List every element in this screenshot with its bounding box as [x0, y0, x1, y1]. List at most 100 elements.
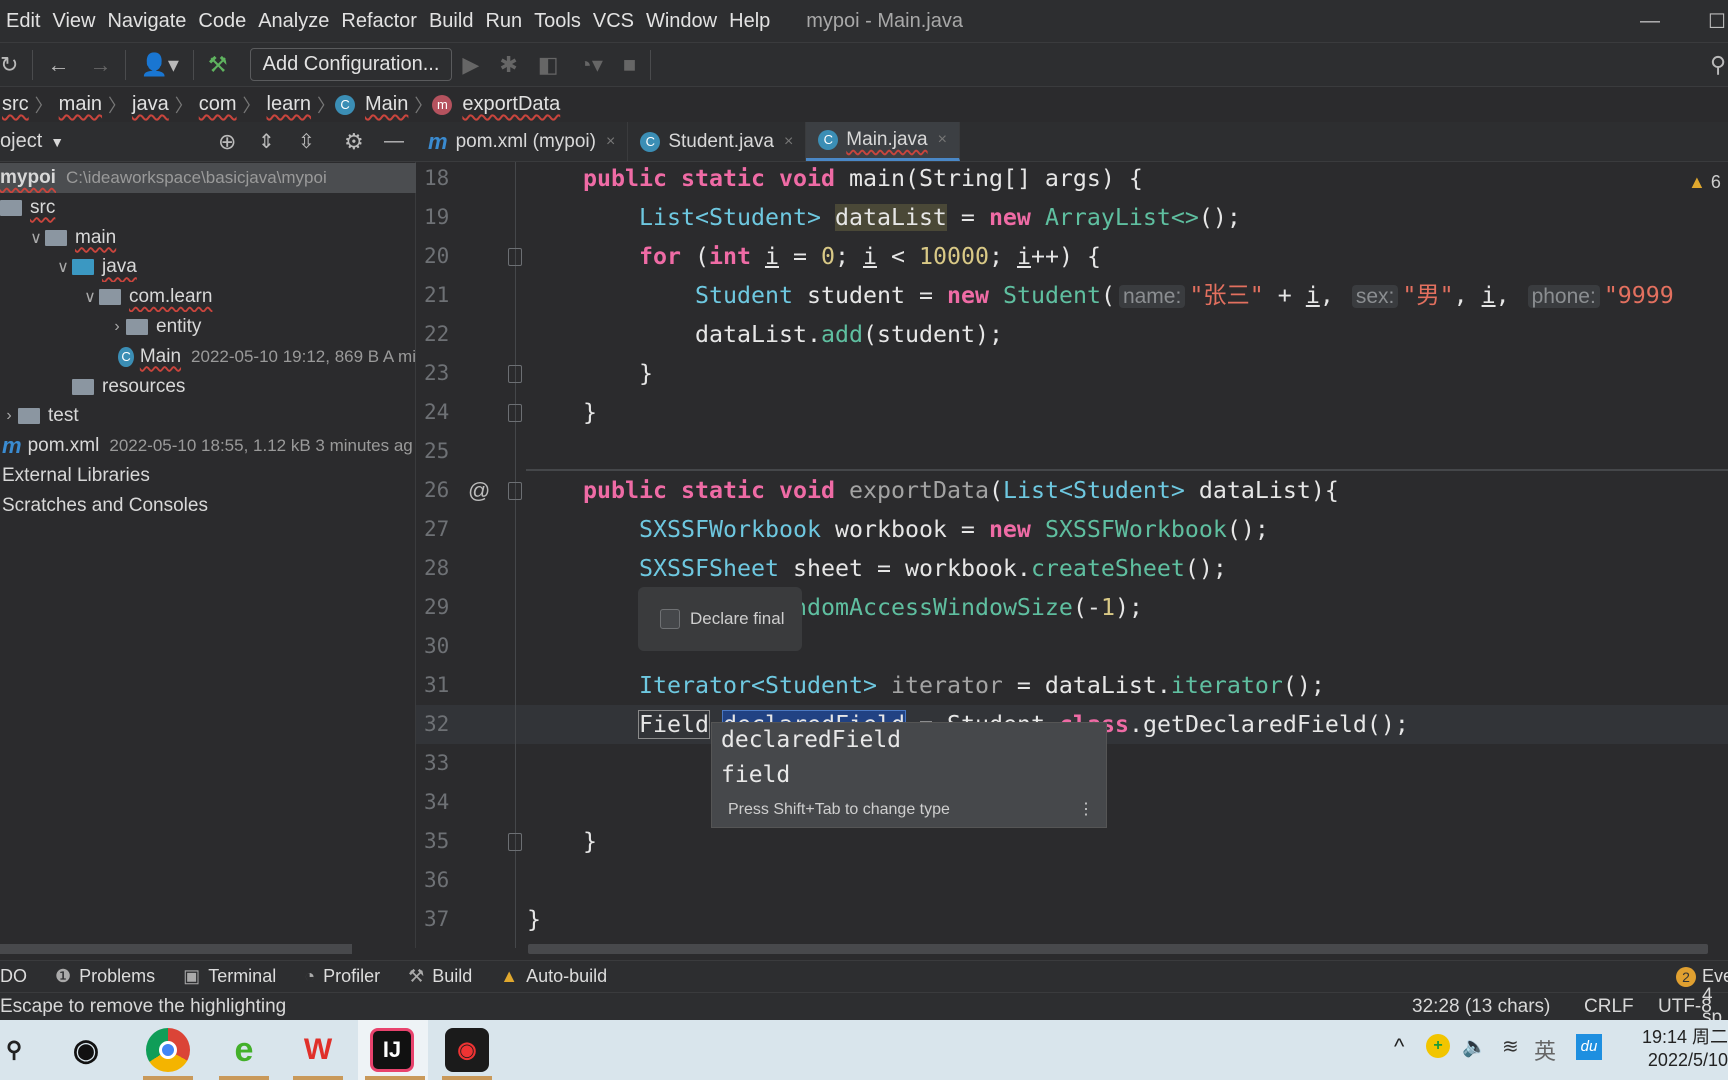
expand-all-icon[interactable]: ⇕	[258, 129, 275, 154]
search-icon[interactable]: ⚲	[0, 1028, 36, 1072]
declare-final-checkbox[interactable]	[660, 609, 680, 629]
debug-icon[interactable]: ✱	[499, 52, 517, 78]
baidu-icon[interactable]: du	[1576, 1034, 1602, 1060]
tree-item-main[interactable]: C Main 2022-05-10 19:12, 869 B A mi	[0, 342, 416, 372]
forward-icon[interactable]: →	[89, 52, 111, 78]
menu-help[interactable]: Help	[723, 10, 776, 33]
menu-edit[interactable]: Edit	[0, 10, 46, 33]
sync-icon[interactable]: ↻	[0, 52, 18, 78]
tree-item-com-learn[interactable]: ∨ com.learn	[0, 282, 416, 312]
tab-pom-xml-mypoi-[interactable]: m pom.xml (mypoi) ×	[416, 122, 629, 161]
tab-student-java[interactable]: C Student.java ×	[628, 122, 807, 161]
tree-item-pom-xml[interactable]: m pom.xml 2022-05-10 18:55, 1.12 kB 3 minu…	[0, 431, 416, 461]
caret-position[interactable]: 32:28 (13 chars)	[1412, 996, 1550, 1018]
ime-indicator[interactable]: 英	[1534, 1034, 1556, 1066]
collapse-all-icon[interactable]: ⇳	[298, 129, 315, 154]
intellij-icon[interactable]: IJ	[370, 1028, 414, 1072]
tool-todo[interactable]: DO	[0, 966, 27, 987]
search-icon[interactable]: ⚲	[1710, 52, 1726, 78]
tool-problems[interactable]: ❶ Problems	[55, 966, 155, 987]
breadcrumb-item[interactable]: learn	[267, 93, 311, 116]
fold-end-icon[interactable]	[508, 365, 522, 383]
more-options-icon[interactable]: ⋮	[1078, 793, 1094, 827]
minimize-button[interactable]: —	[1640, 10, 1660, 33]
chevron-down-icon[interactable]: ∨	[81, 287, 99, 307]
breadcrumb-item[interactable]: main	[59, 93, 102, 116]
tree-item-scratches-and-consoles[interactable]: Scratches and Consoles	[0, 491, 416, 521]
profile-icon[interactable]: ◔▾	[579, 52, 603, 78]
fold-marker-icon[interactable]	[508, 482, 522, 500]
wifi-icon[interactable]: ≋	[1502, 1034, 1519, 1059]
user-icon[interactable]: 👤▾	[140, 52, 178, 78]
chevron-right-icon[interactable]: ›	[108, 318, 126, 336]
fold-end-icon[interactable]	[508, 404, 522, 422]
tool-build[interactable]: ⚒ Build	[408, 966, 472, 987]
tree-item-mypoi[interactable]: mypoi C:\ideaworkspace\basicjava\mypoi	[0, 163, 416, 193]
close-tab-icon[interactable]: ×	[784, 133, 793, 151]
fold-marker-icon[interactable]	[508, 248, 522, 266]
breadcrumb-item[interactable]: src	[2, 93, 29, 116]
chrome-icon[interactable]	[146, 1028, 190, 1072]
hide-icon[interactable]: —	[384, 130, 404, 153]
tab-main-java[interactable]: C Main.java ×	[806, 122, 960, 161]
menu-code[interactable]: Code	[192, 10, 252, 33]
breadcrumb-item[interactable]: exportData	[462, 93, 560, 116]
tree-item-main[interactable]: ∨ main	[0, 223, 416, 253]
chevron-down-icon[interactable]: ∨	[27, 228, 45, 248]
tree-item-src[interactable]: src	[0, 193, 416, 223]
menu-refactor[interactable]: Refactor	[335, 10, 423, 33]
chevron-right-icon[interactable]: ›	[0, 407, 18, 425]
breadcrumb-item[interactable]: com	[199, 93, 237, 116]
profiler-icon: ◔	[304, 966, 316, 986]
tree-item-resources[interactable]: resources	[0, 372, 416, 402]
close-tab-icon[interactable]: ×	[606, 133, 615, 151]
ie-browser-icon[interactable]: e	[222, 1028, 266, 1072]
menu-build[interactable]: Build	[423, 10, 479, 33]
screen-recorder-icon[interactable]: ◉	[445, 1028, 489, 1072]
back-icon[interactable]: ←	[47, 52, 69, 78]
tree-item-test[interactable]: › test	[0, 401, 416, 431]
coverage-icon[interactable]: ◧	[538, 52, 559, 78]
gear-icon[interactable]: ⚙	[344, 129, 364, 155]
menu-window[interactable]: Window	[640, 10, 723, 33]
stop-icon[interactable]: ■	[623, 52, 636, 78]
project-view-selector[interactable]: oject	[0, 130, 42, 153]
add-configuration-button[interactable]: Add Configuration...	[249, 48, 453, 81]
menu-vcs[interactable]: VCS	[587, 10, 640, 33]
tool-auto-build[interactable]: ▲ Auto-build	[500, 966, 607, 987]
suggestion-item[interactable]: field	[712, 758, 1106, 793]
menu-run[interactable]: Run	[479, 10, 528, 33]
maximize-button[interactable]: ☐	[1708, 9, 1726, 34]
menu-tools[interactable]: Tools	[528, 10, 587, 33]
tool-profiler[interactable]: ◔ Profiler	[304, 966, 380, 987]
hammer-build-icon[interactable]: ⚒	[208, 52, 228, 78]
volume-icon[interactable]: 🔈	[1462, 1034, 1487, 1059]
wps-icon[interactable]: W	[296, 1028, 340, 1072]
line-separator[interactable]: CRLF	[1584, 996, 1634, 1018]
menu-analyze[interactable]: Analyze	[252, 10, 335, 33]
fold-end-icon[interactable]	[508, 833, 522, 851]
override-at-icon[interactable]: @	[468, 471, 490, 510]
suggestion-item[interactable]: declaredField	[712, 723, 1106, 758]
menu-view[interactable]: View	[46, 10, 101, 33]
breadcrumb-item[interactable]: java	[132, 93, 169, 116]
menu-navigate[interactable]: Navigate	[101, 10, 192, 33]
editor-horizontal-scrollbar[interactable]	[528, 944, 1708, 954]
tree-item-java[interactable]: ∨ java	[0, 252, 416, 282]
code-editor[interactable]: 18 public static void main(String[] args…	[416, 162, 1728, 948]
cortana-icon[interactable]: ◉	[64, 1028, 108, 1072]
close-tab-icon[interactable]: ×	[938, 131, 947, 149]
warnings-indicator[interactable]: ▲ 6	[1688, 172, 1721, 193]
project-scrollbar[interactable]	[0, 944, 352, 954]
clock[interactable]: 19:14 周二 2022/5/10	[1628, 1026, 1728, 1072]
chevron-down-icon[interactable]: ∨	[54, 257, 72, 277]
tree-item-external-libraries[interactable]: External Libraries	[0, 461, 416, 491]
tree-item-entity[interactable]: › entity	[0, 312, 416, 342]
show-hidden-icons[interactable]: ^	[1394, 1034, 1404, 1060]
run-icon[interactable]: ▶	[462, 52, 479, 78]
class-icon: C	[118, 346, 134, 367]
security-tray-icon[interactable]: +	[1426, 1034, 1450, 1058]
tool-terminal[interactable]: ▣ Terminal	[183, 966, 276, 987]
breadcrumb-item[interactable]: Main	[365, 93, 408, 116]
locate-icon[interactable]: ⊕	[218, 129, 236, 155]
